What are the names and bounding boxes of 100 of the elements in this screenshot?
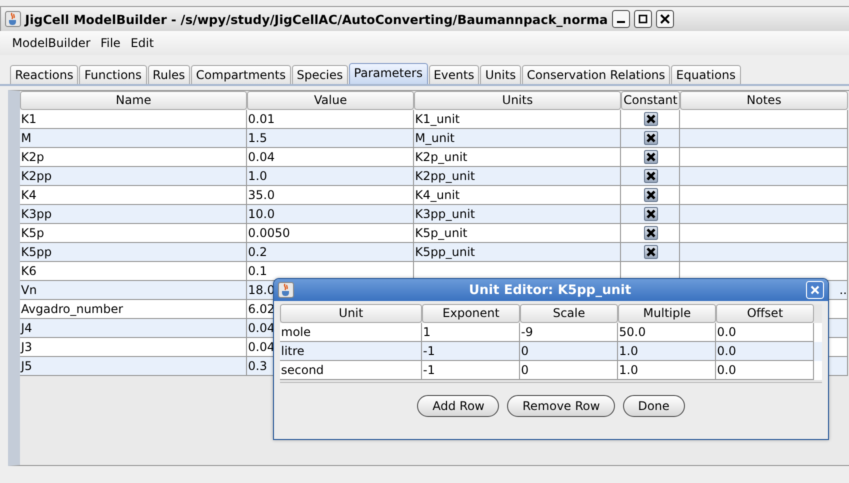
table-cell: 35.0 — [248, 188, 275, 202]
table-cell: K6 — [21, 264, 37, 278]
table-cell: 1 — [423, 325, 431, 339]
table-cell: K5p — [21, 226, 44, 240]
table-cell: 0.04 — [248, 150, 275, 164]
menu-item[interactable]: File — [100, 36, 121, 50]
menu-item[interactable]: Edit — [130, 36, 154, 50]
table-cell: K3pp — [21, 207, 52, 221]
table-cell: K2p_unit — [415, 150, 468, 164]
table-cell: 0.04 — [248, 340, 275, 354]
tab[interactable]: Reactions — [10, 65, 78, 84]
column-header[interactable]: Units — [414, 91, 621, 110]
table-cell: 1.0 — [619, 363, 638, 377]
table-row[interactable]: K5pp 0.2 K5pp_unit — [20, 243, 848, 262]
table-cell: K2pp_unit — [415, 169, 475, 183]
table-cell: -1 — [423, 363, 435, 377]
table-row[interactable]: K2p 0.04 K2p_unit — [20, 148, 848, 167]
menu-item[interactable]: ModelBuilder — [12, 36, 90, 50]
table-cell: 0.01 — [248, 112, 275, 126]
column-header[interactable]: Exponent — [422, 304, 520, 323]
table-cell: 0.0 — [717, 325, 736, 339]
table-cell: 1.0 — [248, 169, 268, 183]
table-cell: J3 — [21, 340, 32, 354]
dialog-button[interactable]: Add Row — [417, 395, 500, 417]
table-cell: J5 — [21, 359, 32, 373]
checkbox[interactable] — [644, 150, 658, 164]
table-cell: 10.0 — [248, 207, 275, 221]
table-cell: 0.3 — [248, 359, 268, 373]
minimize-icon — [616, 21, 625, 23]
table-cell: Vn — [21, 283, 37, 297]
dialog-title: Unit Editor: K5pp_unit — [468, 282, 632, 298]
column-header[interactable]: Multiple — [618, 304, 716, 323]
close-icon — [660, 14, 670, 24]
table-cell: 1.0 — [619, 344, 638, 358]
table-cell: 0.1 — [248, 264, 268, 278]
table-row[interactable]: K3pp 10.0 K3pp_unit — [20, 205, 848, 224]
table-cell: 0.2 — [248, 245, 268, 259]
table-cell: K2pp — [21, 169, 52, 183]
table-cell: Avgadro_number — [21, 302, 124, 316]
table-row[interactable]: M 1.5 M_unit — [20, 129, 848, 148]
checkbox[interactable] — [644, 169, 658, 183]
checkbox[interactable] — [644, 207, 658, 221]
column-header[interactable]: Value — [247, 91, 414, 110]
table-cell: second — [281, 363, 324, 377]
dialog-button[interactable]: Remove Row — [507, 395, 615, 417]
table-row[interactable]: second -1 0 1.0 0.0 — [280, 361, 822, 380]
column-header[interactable]: Scale — [520, 304, 618, 323]
table-cell: -1 — [423, 344, 435, 358]
checkbox[interactable] — [644, 245, 658, 259]
table-cell: mole — [281, 325, 311, 339]
tab[interactable]: Parameters — [348, 63, 428, 84]
close-button[interactable] — [656, 10, 674, 28]
table-cell: K4_unit — [415, 188, 460, 202]
close-icon — [810, 285, 820, 295]
table-cell: J4 — [21, 321, 32, 335]
tab[interactable]: Equations — [671, 65, 741, 84]
table-cell: 0.0 — [717, 363, 736, 377]
maximize-icon — [638, 14, 648, 24]
table-cell: K5pp — [21, 245, 52, 259]
table-cell: M — [21, 131, 32, 145]
tab[interactable]: Events — [428, 65, 480, 84]
table-row[interactable]: K1 0.01 K1_unit — [20, 110, 848, 129]
column-header[interactable]: Constant — [621, 91, 680, 110]
table-cell: K5p_unit — [415, 226, 468, 240]
coffee-cup-icon — [5, 11, 21, 27]
tab[interactable]: Conservation Relations — [522, 65, 670, 84]
table-cell: 50.0 — [619, 325, 646, 339]
column-header[interactable]: Name — [20, 91, 247, 110]
table-cell: K4 — [21, 188, 37, 202]
tab[interactable]: Compartments — [191, 65, 291, 84]
tab[interactable]: Functions — [79, 65, 147, 84]
table-cell: 0 — [521, 344, 529, 358]
column-header[interactable]: Notes — [680, 91, 848, 110]
table-cell: 0 — [521, 363, 529, 377]
checkbox[interactable] — [644, 112, 658, 126]
table-row[interactable]: mole 1 -9 50.0 0.0 — [280, 323, 822, 342]
table-cell: K1 — [21, 112, 37, 126]
table-row[interactable]: litre -1 0 1.0 0.0 — [280, 342, 822, 361]
tab[interactable]: Rules — [148, 65, 190, 84]
table-cell: -9 — [521, 325, 533, 339]
table-row[interactable]: K4 35.0 K4_unit — [20, 186, 848, 205]
table-cell: K5pp_unit — [415, 245, 475, 259]
table-row[interactable]: K2pp 1.0 K2pp_unit — [20, 167, 848, 186]
checkbox[interactable] — [644, 226, 658, 240]
table-cell: K1_unit — [415, 112, 460, 126]
table-cell: 0.0050 — [248, 226, 290, 240]
table-cell: K3pp_unit — [415, 207, 475, 221]
table-row[interactable]: K5p 0.0050 K5p_unit — [20, 224, 848, 243]
table-row[interactable]: K6 0.1 — [20, 262, 848, 281]
column-header[interactable]: Unit — [280, 304, 422, 323]
tab[interactable]: Species — [292, 65, 348, 84]
dialog-button[interactable]: Done — [622, 395, 685, 417]
checkbox[interactable] — [644, 188, 658, 202]
tab[interactable]: Units — [480, 65, 521, 84]
minimize-button[interactable] — [612, 10, 630, 28]
column-header[interactable]: Offset — [716, 304, 814, 323]
table-cell: 0.04 — [248, 321, 275, 335]
checkbox[interactable] — [644, 131, 658, 145]
maximize-button[interactable] — [634, 10, 652, 28]
table-cell: K2p — [21, 150, 44, 164]
